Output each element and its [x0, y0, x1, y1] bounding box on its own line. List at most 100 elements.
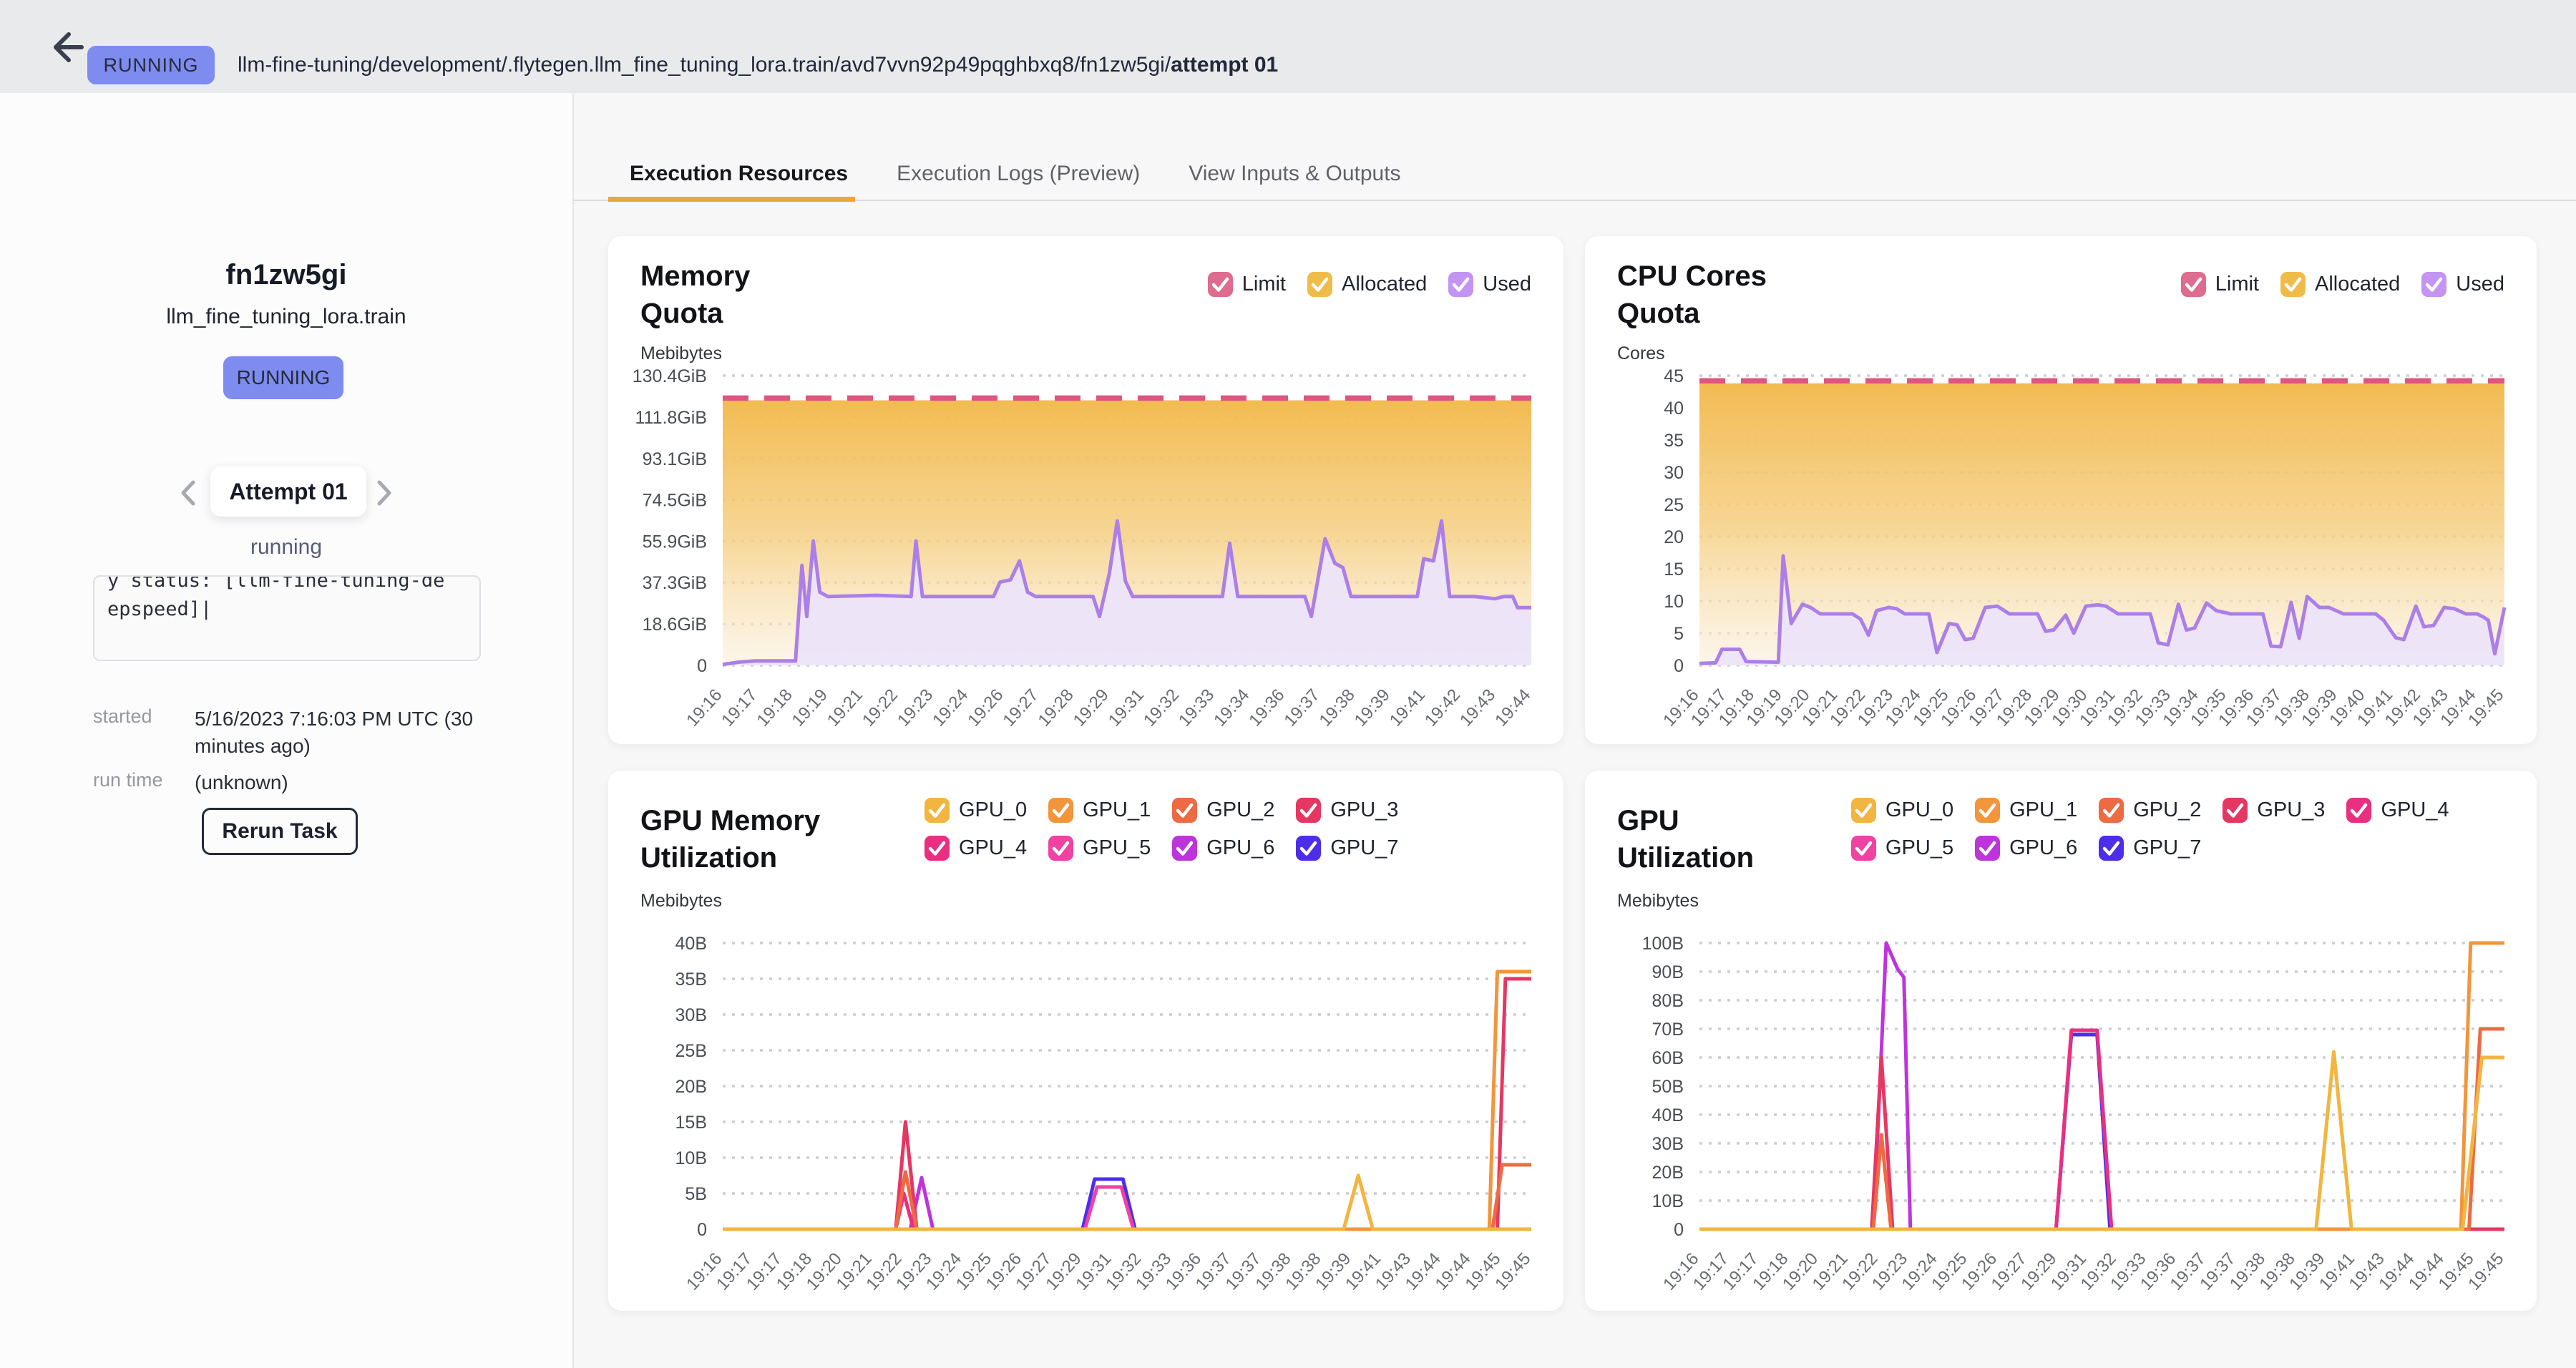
- checkbox-checked-icon[interactable]: [2181, 272, 2206, 297]
- checkbox-checked-icon[interactable]: [2421, 272, 2446, 297]
- legend-item-gpu_3[interactable]: GPU_3: [1296, 798, 1398, 823]
- legend-item-gpu_2[interactable]: GPU_2: [1172, 798, 1274, 823]
- checkbox-checked-icon[interactable]: [2280, 272, 2306, 297]
- gpu-utilization-chart: 100B90B80B70B60B50B40B30B20B10B019:1619:…: [1585, 943, 2537, 1315]
- checkbox-checked-icon[interactable]: [1048, 836, 1073, 861]
- legend-item-limit[interactable]: Limit: [2181, 272, 2259, 297]
- checkbox-checked-icon[interactable]: [924, 836, 950, 861]
- svg-text:18.6GiB: 18.6GiB: [643, 615, 707, 635]
- legend-item-gpu_3[interactable]: GPU_3: [2223, 798, 2325, 823]
- started-value: 5/16/2023 7:16:03 PM UTC (30 minutes ago…: [195, 705, 494, 760]
- log-snippet-box[interactable]: y status: [llm-fine-tuning-deepspeed]|: [93, 575, 481, 661]
- svg-text:130.4GiB: 130.4GiB: [633, 366, 707, 386]
- gpu-memory-utilization-card: GPU MemoryUtilization Mebibytes GPU_0GPU…: [608, 771, 1563, 1311]
- checkbox-checked-icon[interactable]: [1307, 272, 1332, 297]
- checkbox-checked-icon[interactable]: [1296, 836, 1321, 861]
- back-arrow-icon[interactable]: [47, 29, 84, 66]
- svg-text:19:39: 19:39: [1351, 685, 1394, 731]
- svg-text:19:23: 19:23: [894, 685, 937, 731]
- svg-text:19:43: 19:43: [1456, 685, 1499, 731]
- legend-item-gpu_7[interactable]: GPU_7: [1296, 836, 1398, 861]
- svg-text:50B: 50B: [1652, 1077, 1684, 1097]
- checkbox-checked-icon[interactable]: [2099, 798, 2124, 823]
- checkbox-checked-icon[interactable]: [1296, 798, 1321, 823]
- previous-attempt-button[interactable]: [175, 477, 203, 509]
- legend-row: GPU_0 GPU_1 GPU_2 GPU_3: [924, 798, 1398, 823]
- y-axis-unit-label: Mebibytes: [640, 343, 722, 364]
- checkbox-checked-icon[interactable]: [1448, 272, 1473, 297]
- tab-bar: Execution Resources Execution Logs (Prev…: [608, 147, 1423, 201]
- svg-text:0: 0: [697, 656, 707, 676]
- checkbox-checked-icon[interactable]: [1851, 798, 1876, 823]
- svg-text:19:37: 19:37: [1280, 685, 1323, 731]
- legend-item-allocated[interactable]: Allocated: [2280, 272, 2400, 297]
- legend-item-label: GPU_2: [2133, 798, 2201, 822]
- svg-text:100B: 100B: [1642, 934, 1684, 954]
- checkbox-checked-icon[interactable]: [1851, 836, 1876, 861]
- tab-execution-logs[interactable]: Execution Logs (Preview): [875, 147, 1161, 201]
- legend-item-label: GPU_1: [2009, 798, 2077, 822]
- svg-text:19:27: 19:27: [999, 685, 1042, 731]
- checkbox-checked-icon[interactable]: [2099, 836, 2124, 861]
- svg-text:60B: 60B: [1652, 1048, 1684, 1068]
- tab-view-inputs-outputs[interactable]: View Inputs & Outputs: [1167, 147, 1422, 201]
- svg-text:10: 10: [1664, 592, 1684, 612]
- chart-title: MemoryQuota: [640, 258, 750, 332]
- chart-title: CPU CoresQuota: [1617, 258, 1767, 332]
- rerun-task-button[interactable]: Rerun Task: [202, 808, 358, 855]
- gpu-memory-utilization-chart: 40B35B30B25B20B15B10B5B019:1619:1719:171…: [608, 943, 1563, 1315]
- svg-text:15: 15: [1664, 560, 1684, 580]
- legend-item-label: GPU_3: [2257, 798, 2325, 822]
- cpu-cores-quota-chart: 45403530252015105019:1619:1719:1819:1919…: [1585, 376, 2537, 751]
- legend-item-label: Limit: [1242, 273, 1286, 296]
- checkbox-checked-icon[interactable]: [1975, 798, 2000, 823]
- legend-item-gpu_6[interactable]: GPU_6: [1975, 836, 2077, 861]
- attempt-pill[interactable]: Attempt 01: [210, 466, 366, 517]
- legend-row: GPU_4 GPU_5 GPU_6 GPU_7: [924, 836, 1398, 861]
- top-bar: RUNNING llm-fine-tuning/development/.fly…: [0, 0, 2576, 93]
- legend-item-gpu_0[interactable]: GPU_0: [1851, 798, 1953, 823]
- svg-text:37.3GiB: 37.3GiB: [643, 573, 707, 593]
- checkbox-checked-icon[interactable]: [2346, 798, 2371, 823]
- checkbox-checked-icon[interactable]: [1975, 836, 2000, 861]
- legend-item-label: GPU_0: [959, 798, 1027, 822]
- svg-text:90B: 90B: [1652, 962, 1684, 982]
- y-axis-unit-label: Mebibytes: [640, 891, 722, 912]
- checkbox-checked-icon[interactable]: [1172, 798, 1197, 823]
- legend-item-label: Used: [2456, 273, 2504, 296]
- legend-item-label: GPU_2: [1206, 798, 1274, 822]
- legend-row: Limit Allocated Used: [2181, 272, 2504, 297]
- svg-text:20B: 20B: [675, 1077, 707, 1097]
- checkbox-checked-icon[interactable]: [924, 798, 950, 823]
- legend-item-used[interactable]: Used: [1448, 272, 1531, 297]
- legend-item-label: Allocated: [1342, 273, 1427, 296]
- legend-item-gpu_4[interactable]: GPU_4: [924, 836, 1027, 861]
- svg-text:19:17: 19:17: [718, 685, 761, 731]
- svg-text:19:32: 19:32: [1140, 685, 1183, 731]
- legend-item-gpu_4[interactable]: GPU_4: [2346, 798, 2449, 823]
- legend-item-gpu_7[interactable]: GPU_7: [2099, 836, 2201, 861]
- log-snippet-text: y status: [llm-fine-tuning-deepspeed]|: [94, 575, 479, 661]
- chart-legend: GPU_0 GPU_1 GPU_2 GPU_3 GPU_4 GPU_5 GPU_6 GPU_7: [924, 798, 1398, 861]
- checkbox-checked-icon[interactable]: [1208, 272, 1233, 297]
- checkbox-checked-icon[interactable]: [1048, 798, 1073, 823]
- legend-item-used[interactable]: Used: [2421, 272, 2504, 297]
- svg-text:19:34: 19:34: [1210, 685, 1253, 731]
- legend-item-gpu_1[interactable]: GPU_1: [1048, 798, 1151, 823]
- legend-item-gpu_0[interactable]: GPU_0: [924, 798, 1027, 823]
- legend-item-label: GPU_5: [1885, 836, 1953, 860]
- legend-item-limit[interactable]: Limit: [1208, 272, 1286, 297]
- legend-item-gpu_2[interactable]: GPU_2: [2099, 798, 2201, 823]
- tab-execution-resources[interactable]: Execution Resources: [608, 147, 869, 201]
- checkbox-checked-icon[interactable]: [1172, 836, 1197, 861]
- legend-item-allocated[interactable]: Allocated: [1307, 272, 1427, 297]
- checkbox-checked-icon[interactable]: [2223, 798, 2248, 823]
- chart-title: GPU MemoryUtilization: [640, 802, 820, 876]
- legend-item-gpu_5[interactable]: GPU_5: [1048, 836, 1151, 861]
- legend-item-gpu_6[interactable]: GPU_6: [1172, 836, 1274, 861]
- legend-item-gpu_5[interactable]: GPU_5: [1851, 836, 1953, 861]
- breadcrumb-path: llm-fine-tuning/development/.flytegen.ll…: [238, 53, 1171, 77]
- legend-item-gpu_1[interactable]: GPU_1: [1975, 798, 2077, 823]
- svg-text:19:28: 19:28: [1035, 685, 1078, 731]
- next-attempt-button[interactable]: [369, 477, 398, 509]
